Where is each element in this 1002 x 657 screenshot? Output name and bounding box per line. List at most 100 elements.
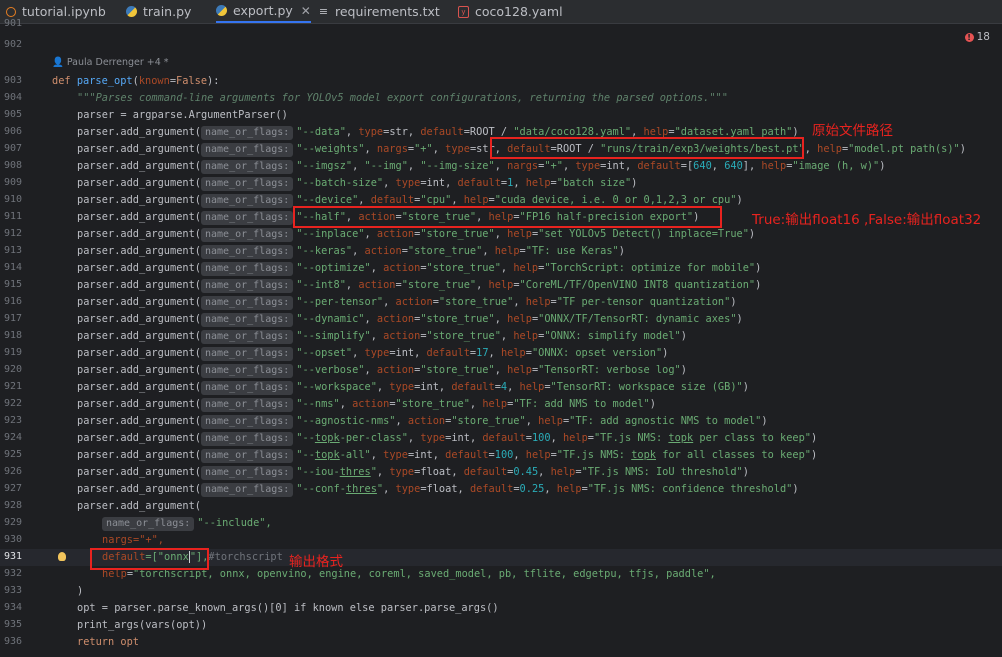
code-line-topk-all: parser.add_argument(name_or_flags: "--top… (77, 449, 818, 463)
line-number: 935 (3, 619, 22, 630)
call: parser.add_argument( (77, 449, 201, 461)
line-number: 902 (3, 39, 22, 50)
line-number: 909 (3, 177, 22, 188)
keyword: def (52, 75, 71, 87)
line-number-gutter: 901 902 903 904 905 906 907 908 909 910 911 912 913 9… (0, 18, 45, 657)
code-line: parser.add_argument( (77, 498, 201, 515)
code-line-dynamic: parser.add_argument(name_or_flags: "--dyn… (77, 313, 743, 327)
code-line: """Parses command-line arguments for YOL… (77, 90, 728, 107)
code-editor[interactable]: ! 18 901 902 903 904 905 906 907 908 909 910 911 91… (0, 18, 1002, 657)
param-hint: name_or_flags: (201, 228, 294, 242)
call: parser.add_argument( (77, 296, 201, 308)
param-hint: name_or_flags: (201, 415, 294, 429)
include-default-highlight (90, 548, 209, 570)
tab-label: tutorial.ipynb (22, 3, 106, 19)
param-hint: name_or_flags: (102, 517, 195, 531)
python-file-icon (216, 5, 227, 16)
yaml-file-icon: y (458, 5, 469, 18)
parser-init: parser = argparse.ArgumentParser() (77, 109, 288, 121)
tab-label: coco128.yaml (475, 3, 563, 19)
param-hint: name_or_flags: (201, 449, 294, 463)
code-line-keras: parser.add_argument(name_or_flags: "--ker… (77, 245, 625, 259)
line-number: 926 (3, 466, 22, 477)
code-line-per-tensor: parser.add_argument(name_or_flags: "--per… (77, 296, 737, 310)
param-hint: name_or_flags: (201, 194, 294, 208)
call: parser.add_argument( (77, 364, 201, 376)
call: parser.add_argument( (77, 483, 201, 495)
param-default: False (176, 75, 208, 87)
tab-label: requirements.txt (335, 3, 440, 19)
param-hint: name_or_flags: (201, 126, 294, 140)
code-line: return opt (77, 634, 139, 651)
line-number: 903 (3, 75, 22, 86)
author-name: Paula Derrenger +4 * (66, 57, 169, 68)
problems-count: 18 (976, 31, 990, 43)
call: parser.add_argument( (77, 330, 201, 342)
param-hint: name_or_flags: (201, 262, 294, 276)
code-line-iou-thres: parser.add_argument(name_or_flags: "--iou… (77, 466, 749, 480)
close-icon[interactable]: ✕ (301, 0, 311, 22)
line-number: 921 (3, 381, 22, 392)
call: parser.add_argument( (77, 398, 201, 410)
nargs-line: nargs="+", (102, 534, 164, 546)
tab-train-py[interactable]: train.py (126, 0, 191, 23)
line-number: 913 (3, 245, 22, 256)
problems-indicator[interactable]: ! 18 (964, 31, 990, 43)
code-line-verbose: parser.add_argument(name_or_flags: "--ver… (77, 364, 687, 378)
line-number: 911 (3, 211, 22, 222)
code-line: def parse_opt(known=False): (52, 75, 220, 87)
param-hint: name_or_flags: (201, 211, 294, 225)
line-number: 928 (3, 500, 22, 511)
error-icon: ! (964, 32, 974, 42)
tab-coco128-yaml[interactable]: y coco128.yaml (458, 0, 563, 23)
line-number: 904 (3, 92, 22, 103)
weights-default-highlight (490, 137, 804, 159)
line-number: 936 (3, 636, 22, 647)
commented-option: #torchscript (208, 551, 283, 563)
code-line: parser = argparse.ArgumentParser() (77, 107, 288, 124)
code-line-int8: parser.add_argument(name_or_flags: "--int… (77, 279, 762, 293)
call: parser.add_argument( (77, 279, 201, 291)
tab-export-py[interactable]: export.py ✕ (216, 0, 311, 23)
param-hint: name_or_flags: (201, 313, 294, 327)
call: parser.add_argument( (77, 228, 201, 240)
print-line: print_args(vars(opt)) (77, 619, 208, 631)
call: parser.add_argument( (77, 347, 201, 359)
help-value: "torchscript, onnx, openvino, engine, co… (133, 568, 716, 580)
line-number: 916 (3, 296, 22, 307)
tab-requirements-txt[interactable]: ≡ requirements.txt (318, 0, 440, 23)
line-number: 912 (3, 228, 22, 239)
param-hint: name_or_flags: (201, 466, 294, 480)
call: parser.add_argument( (77, 381, 201, 393)
half-annotation: True:输出float16 ,False:输出float32 (752, 212, 982, 228)
line-number: 927 (3, 483, 22, 494)
text-file-icon: ≡ (318, 5, 329, 18)
python-file-icon (126, 6, 137, 17)
line-number: 918 (3, 330, 22, 341)
call: parser.add_argument( (77, 160, 201, 172)
line-number: 929 (3, 517, 22, 528)
lightbulb-icon[interactable] (58, 552, 66, 561)
line-number: 923 (3, 415, 22, 426)
editor-tab-bar: tutorial.ipynb train.py export.py ✕ ≡ re… (0, 0, 1002, 24)
call: parser.add_argument( (77, 466, 201, 478)
param-hint: name_or_flags: (201, 364, 294, 378)
code-line-include: name_or_flags: "--include", (102, 515, 272, 532)
code-line-agnostic-nms: parser.add_argument(name_or_flags: "--agn… (77, 415, 768, 429)
param-hint: name_or_flags: (201, 330, 294, 344)
author-inlay-hint[interactable]: 👤 Paula Derrenger +4 * (52, 57, 169, 68)
param-hint: name_or_flags: (201, 432, 294, 446)
param-hint: name_or_flags: (201, 347, 294, 361)
function-name: parse_opt (76, 75, 133, 87)
code-line-simplify: parser.add_argument(name_or_flags: "--sim… (77, 330, 687, 344)
notebook-icon (6, 6, 16, 17)
docstring: """Parses command-line arguments for YOL… (77, 92, 728, 104)
code-line-nms: parser.add_argument(name_or_flags: "--nms… (77, 398, 656, 412)
return-line: return opt (77, 636, 139, 648)
call: parser.add_argument( (77, 126, 201, 138)
line-number: 907 (3, 143, 22, 154)
line-number: 934 (3, 602, 22, 613)
call: parser.add_argument( (77, 313, 201, 325)
code-line-optimize: parser.add_argument(name_or_flags: "--opt… (77, 262, 762, 276)
line-number: 924 (3, 432, 22, 443)
